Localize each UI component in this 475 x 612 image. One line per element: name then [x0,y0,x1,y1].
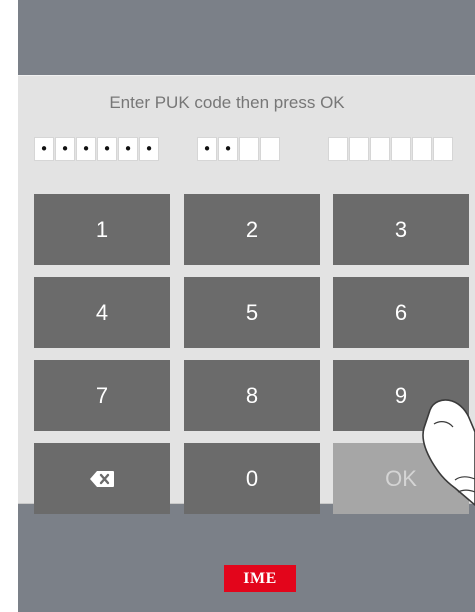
code-digit-cell [391,137,411,161]
code-digit-cell: • [34,137,54,161]
code-digit-cell [370,137,390,161]
code-digit-cell: • [55,137,75,161]
code-digit-cell [433,137,453,161]
code-digit-cell: • [218,137,238,161]
code-digit-cell [328,137,348,161]
code-digit-cell [412,137,432,161]
key-4[interactable]: 4 [34,277,170,348]
code-group-2: • • [197,137,281,161]
key-5[interactable]: 5 [184,277,320,348]
key-3[interactable]: 3 [333,194,469,265]
prompt-text: Enter PUK code then press OK [109,93,345,112]
code-digit-cell [260,137,280,161]
key-7[interactable]: 7 [34,360,170,431]
code-group-1: • • • • • • [34,137,160,161]
code-digit-cell: • [118,137,138,161]
code-digit-cell [239,137,259,161]
ime-logo: IME [224,565,296,592]
key-0[interactable]: 0 [184,443,320,514]
code-digit-cell [349,137,369,161]
key-1[interactable]: 1 [34,194,170,265]
puk-entry-panel: Enter PUK code then press OK • • • • • •… [18,75,475,514]
key-9[interactable]: 9 [333,360,469,431]
code-digit-cell: • [197,137,217,161]
backspace-icon [90,470,114,487]
code-digit-cell: • [97,137,117,161]
code-digit-cell: • [76,137,96,161]
backspace-button[interactable] [34,443,170,514]
ok-button[interactable]: OK [333,443,469,514]
key-2[interactable]: 2 [184,194,320,265]
code-group-3 [328,137,454,161]
code-digit-cell: • [139,137,159,161]
key-8[interactable]: 8 [184,360,320,431]
key-6[interactable]: 6 [333,277,469,348]
